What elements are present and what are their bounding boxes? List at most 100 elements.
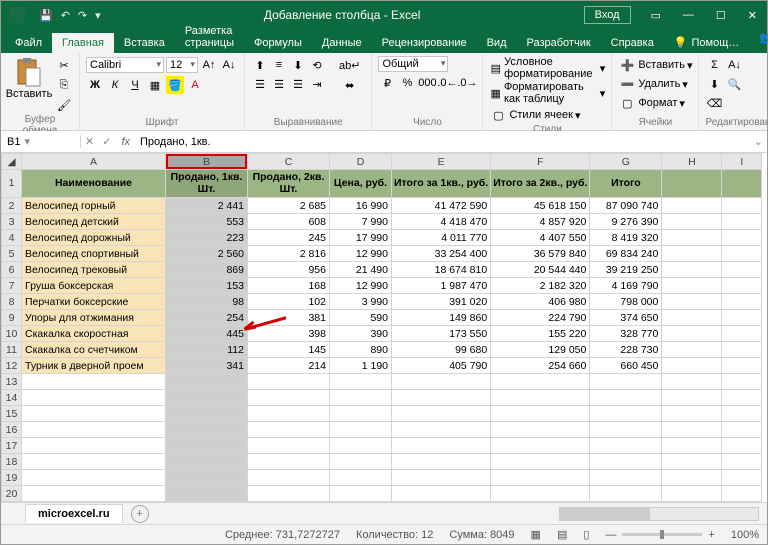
cell[interactable]	[166, 422, 248, 438]
tab-insert[interactable]: Вставка	[114, 33, 175, 53]
cell[interactable]	[722, 486, 762, 502]
row-header[interactable]: 7	[2, 278, 22, 294]
cell[interactable]: Велосипед дорожный	[22, 230, 166, 246]
cell[interactable]: 608	[248, 214, 330, 230]
row-header[interactable]: 10	[2, 326, 22, 342]
cell[interactable]: 405 790	[392, 358, 491, 374]
cell[interactable]: 36 579 840	[491, 246, 590, 262]
ribbon-display-icon[interactable]: ▭	[641, 3, 671, 28]
fx-icon[interactable]: fx	[115, 136, 136, 148]
row-header[interactable]: 9	[2, 310, 22, 326]
decrease-decimal-button[interactable]: .0→	[458, 74, 476, 92]
cell[interactable]: 223	[166, 230, 248, 246]
cell[interactable]	[248, 470, 330, 486]
cell[interactable]	[662, 262, 722, 278]
align-right-button[interactable]: ☰	[289, 76, 307, 94]
cell[interactable]	[491, 438, 590, 454]
cell[interactable]: 228 730	[590, 342, 662, 358]
cell[interactable]	[22, 406, 166, 422]
row-header[interactable]: 2	[2, 198, 22, 214]
align-center-button[interactable]: ☰	[270, 76, 288, 94]
cell[interactable]	[491, 486, 590, 502]
cell[interactable]: 153	[166, 278, 248, 294]
cell[interactable]	[662, 230, 722, 246]
cell[interactable]	[491, 454, 590, 470]
cell[interactable]: 553	[166, 214, 248, 230]
row-header[interactable]: 15	[2, 406, 22, 422]
format-as-table-button[interactable]: ▦Форматировать как таблицу ▾	[489, 81, 605, 105]
cell[interactable]: 1 987 470	[392, 278, 491, 294]
italic-button[interactable]: К	[106, 76, 124, 94]
row-header[interactable]: 12	[2, 358, 22, 374]
cell[interactable]	[722, 294, 762, 310]
cell[interactable]: 155 220	[491, 326, 590, 342]
cell[interactable]: 2 560	[166, 246, 248, 262]
cell[interactable]	[22, 438, 166, 454]
conditional-formatting-button[interactable]: ▤Условное форматирование ▾	[489, 56, 605, 80]
align-top-button[interactable]: ⬆	[251, 56, 269, 74]
cell[interactable]	[22, 374, 166, 390]
redo-icon[interactable]: ↷	[78, 9, 87, 22]
header-cell[interactable]: Продано, 1кв.Шт.	[166, 170, 248, 198]
sheet-tab[interactable]: microexcel.ru	[25, 504, 123, 523]
cell[interactable]	[392, 374, 491, 390]
cell[interactable]: Велосипед спортивный	[22, 246, 166, 262]
cell[interactable]	[722, 278, 762, 294]
cell[interactable]: 112	[166, 342, 248, 358]
cell[interactable]: 17 990	[330, 230, 392, 246]
cell[interactable]: Велосипед горный	[22, 198, 166, 214]
cell[interactable]: 406 980	[491, 294, 590, 310]
autosum-button[interactable]: Σ	[705, 56, 723, 74]
cell[interactable]	[662, 454, 722, 470]
header-cell[interactable]: Итого за 2кв., руб.	[491, 170, 590, 198]
row-header[interactable]: 3	[2, 214, 22, 230]
cell[interactable]	[662, 374, 722, 390]
font-size-select[interactable]: 12	[166, 57, 198, 73]
cell[interactable]: 341	[166, 358, 248, 374]
row-header[interactable]: 11	[2, 342, 22, 358]
cell[interactable]	[166, 406, 248, 422]
cell[interactable]: 12 990	[330, 278, 392, 294]
cell[interactable]: 3 990	[330, 294, 392, 310]
zoom-level[interactable]: 100%	[731, 529, 759, 541]
header-cell[interactable]: Цена, руб.	[330, 170, 392, 198]
cell[interactable]	[722, 390, 762, 406]
row-header[interactable]: 18	[2, 454, 22, 470]
cell[interactable]: 69 834 240	[590, 246, 662, 262]
borders-button[interactable]: ▦	[146, 76, 164, 94]
col-header-C[interactable]: C	[248, 154, 330, 170]
cell[interactable]	[392, 470, 491, 486]
orientation-button[interactable]: ⟲	[308, 56, 326, 74]
expand-formula-bar-icon[interactable]: ⌄	[750, 135, 767, 148]
cell[interactable]: 660 450	[590, 358, 662, 374]
maximize-button[interactable]: ☐	[706, 3, 736, 28]
align-bottom-button[interactable]: ⬇	[289, 56, 307, 74]
login-button[interactable]: Вход	[584, 6, 631, 24]
cell[interactable]	[22, 470, 166, 486]
cell[interactable]	[662, 390, 722, 406]
cell[interactable]	[248, 438, 330, 454]
cell[interactable]	[330, 390, 392, 406]
cell[interactable]: 798 000	[590, 294, 662, 310]
row-header[interactable]: 1	[2, 170, 22, 198]
cell[interactable]: 391 020	[392, 294, 491, 310]
cell[interactable]: 129 050	[491, 342, 590, 358]
cell[interactable]: 16 990	[330, 198, 392, 214]
cell[interactable]	[392, 390, 491, 406]
cell-styles-button[interactable]: ▢Стили ячеек ▾	[489, 106, 605, 124]
cell[interactable]	[662, 470, 722, 486]
cell[interactable]	[662, 198, 722, 214]
cell[interactable]	[590, 454, 662, 470]
wrap-text-button[interactable]: ab↵	[334, 56, 365, 74]
fill-button[interactable]: ⬇	[705, 75, 723, 93]
tab-data[interactable]: Данные	[312, 33, 372, 53]
cell[interactable]	[722, 406, 762, 422]
qat-more-icon[interactable]: ▾	[95, 9, 101, 22]
cell[interactable]	[722, 454, 762, 470]
undo-icon[interactable]: ↶	[61, 9, 70, 22]
cell[interactable]	[722, 310, 762, 326]
cell[interactable]: 869	[166, 262, 248, 278]
increase-decimal-button[interactable]: .0←	[438, 74, 456, 92]
delete-cells-button[interactable]: ➖Удалить ▾	[618, 75, 692, 93]
cell[interactable]	[722, 358, 762, 374]
